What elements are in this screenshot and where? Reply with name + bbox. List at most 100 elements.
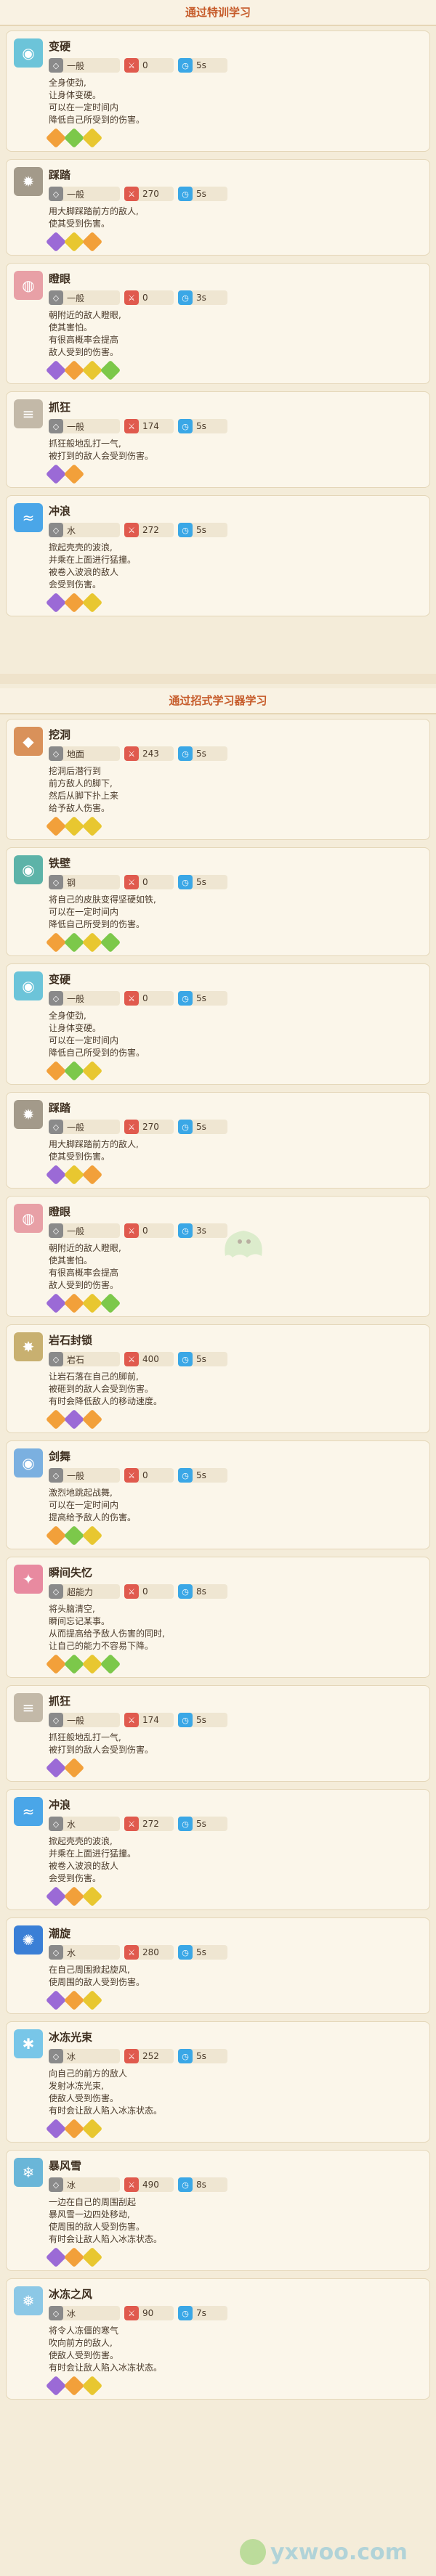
power-sword-icon: ⚔ [124,1120,139,1134]
move-card[interactable]: ✸ 岩石封锁 ◇ 岩石 ⚔ 400 ◷ 5s 让岩石落在自己的脚前, 被砸到的敌人会受到伤害。 … [6,1324,430,1433]
move-type-label: 一般 [67,421,85,432]
tag-orange-icon [45,815,67,837]
move-type-label: 岩石 [67,1354,85,1365]
tag-purple-icon [45,592,67,614]
cooldown-clock-icon: ◷ [178,523,193,537]
move-power: ⚔ 90 [124,2306,174,2320]
move-type: ◇ 冰 [49,2049,120,2063]
move-cooldown: ◷ 5s [178,991,227,1006]
foot-stomp-icon: ✹ [14,1100,43,1129]
move-description: 全身使劲, 让身体变硬。 可以在一定时间内 降低自己所受到的伤害。 [49,78,145,125]
move-stats: ◇ 岩石 ⚔ 400 ◷ 5s [49,1352,422,1366]
move-name: 变硬 [49,40,71,53]
move-name: 挖洞 [49,728,71,741]
move-card[interactable]: ✹ 踩踏 ◇ 一般 ⚔ 270 ◷ 5s 用大脚踩踏前方的敌人, 使其受到伤害。 [6,159,430,256]
move-card[interactable]: ❅ 冰冻之风 ◇ 冰 ⚔ 90 ◷ 7s 将令人冻僵的寒气 吹向前方的敌人, 使敌人受到伤害。 … [6,2278,430,2400]
move-cooldown: ◷ 5s [178,58,227,73]
move-power-value: 490 [142,2180,159,2190]
move-cooldown: ◷ 5s [178,187,227,201]
move-card[interactable]: ◉ 变硬 ◇ 一般 ⚔ 0 ◷ 5s 全身使劲, 让身体变硬。 可以在一定时间内 降低自己所受到… [6,30,430,152]
move-cooldown: ◷ 8s [178,1584,227,1599]
move-tags [45,1060,422,1082]
move-type-label: 水 [67,1819,76,1830]
move-tags [45,932,422,953]
move-tags [45,1886,422,1907]
move-name: 踩踏 [49,168,71,182]
type-icon: ◇ [49,1713,63,1727]
tag-green-icon [100,1653,121,1675]
frost-wind-icon: ❅ [14,2286,43,2315]
move-name: 潮旋 [49,1927,71,1940]
power-sword-icon: ⚔ [124,2306,139,2320]
move-tags [45,127,422,149]
move-cooldown: ◷ 5s [178,1120,227,1134]
move-type-label: 一般 [67,1122,85,1133]
tag-yellow-icon [81,1653,103,1675]
move-power: ⚔ 490 [124,2177,174,2192]
move-tags [45,2375,422,2397]
move-power-value: 270 [142,189,159,199]
move-power-value: 0 [142,877,148,887]
power-sword-icon: ⚔ [124,746,139,761]
move-power: ⚔ 0 [124,1584,174,1599]
move-power: ⚔ 0 [124,58,174,73]
move-stats: ◇ 水 ⚔ 272 ◷ 5s [49,523,422,537]
move-card[interactable]: ≈ 冲浪 ◇ 水 ⚔ 272 ◷ 5s 掀起壳壳的波浪, 并乘在上面进行猛撞。 被卷入波浪的敌人… [6,1789,430,1910]
foot-stomp-icon: ✹ [14,167,43,196]
move-card[interactable]: ❄ 暴风雪 ◇ 冰 ⚔ 490 ◷ 8s 一边在自己的周围刮起 暴风雪一边四处移动, 使周围的敌… [6,2150,430,2271]
cooldown-clock-icon: ◷ [178,1352,193,1366]
move-type: ◇ 地面 [49,746,120,761]
move-type-label: 一般 [67,1226,85,1236]
move-type: ◇ 水 [49,1817,120,1831]
move-type: ◇ 一般 [49,290,120,305]
move-cooldown-value: 5s [196,525,206,535]
move-card[interactable]: ✦ 瞬间失忆 ◇ 超能力 ⚔ 0 ◷ 8s 将头脑清空, 瞬间忘记某事。 从而提高给予敌人伤害的… [6,1557,430,1678]
move-power-value: 0 [142,993,148,1003]
power-sword-icon: ⚔ [124,187,139,201]
move-card[interactable]: ◉ 变硬 ◇ 一般 ⚔ 0 ◷ 5s 全身使劲, 让身体变硬。 可以在一定时间内 降低自己所受到… [6,963,430,1085]
tag-purple-icon [45,2246,67,2268]
move-description: 向自己的前方的敌人 发射冰冻光束, 使敌人受到伤害。 有时会让敌人陷入冰冻状态。 [49,2068,163,2116]
move-card[interactable]: ✱ 冰冻光束 ◇ 冰 ⚔ 252 ◷ 5s 向自己的前方的敌人 发射冰冻光束, 使敌人受到伤害。… [6,2021,430,2143]
move-tags [45,1525,422,1546]
move-card[interactable]: ◍ 瞪眼 ◇ 一般 ⚔ 0 ◷ 3s 朝附近的敌人瞪眼, 使其害怕。 有很高概率会提高 敌人受到… [6,263,430,384]
power-sword-icon: ⚔ [124,2177,139,2192]
move-power-value: 270 [142,1122,159,1132]
move-stats: ◇ 冰 ⚔ 90 ◷ 7s [49,2306,422,2320]
move-card[interactable]: ✹ 踩踏 ◇ 一般 ⚔ 270 ◷ 5s 用大脚踩踏前方的敌人, 使其受到伤害。 [6,1092,430,1189]
tag-green-icon [100,1292,121,1314]
tag-yellow-icon [63,1164,85,1186]
move-card[interactable]: ◉ 剑舞 ◇ 一般 ⚔ 0 ◷ 5s 激烈地跳起战舞, 可以在一定时间内 提高给予敌人的伤害。 [6,1440,430,1549]
cooldown-clock-icon: ◷ [178,419,193,433]
move-card[interactable]: ≡ 抓狂 ◇ 一般 ⚔ 174 ◷ 5s 抓狂般地乱打一气, 被打到的敌人会受到伤害。 [6,391,430,488]
move-power-value: 272 [142,1819,159,1829]
tag-yellow-icon [81,815,103,837]
cooldown-clock-icon: ◷ [178,746,193,761]
tag-orange-icon [63,592,85,614]
move-card[interactable]: ✺ 潮旋 ◇ 水 ⚔ 280 ◷ 5s 在自己周围掀起旋风, 使周围的敌人受到伤害。 [6,1917,430,2014]
section-title: 通过招式学习器学习 [0,688,436,714]
move-stats: ◇ 一般 ⚔ 0 ◷ 5s [49,1468,422,1483]
move-power-value: 0 [142,1470,148,1480]
move-stats: ◇ 一般 ⚔ 174 ◷ 5s [49,419,422,433]
move-cooldown: ◷ 3s [178,290,227,305]
tag-orange-icon [63,463,85,485]
move-cooldown: ◷ 5s [178,1817,227,1831]
move-card[interactable]: ≡ 抓狂 ◇ 一般 ⚔ 174 ◷ 5s 抓狂般地乱打一气, 被打到的敌人会受到伤害。 [6,1685,430,1782]
move-name: 冲浪 [49,1798,71,1811]
move-card[interactable]: ◉ 铁壁 ◇ 钢 ⚔ 0 ◷ 5s 将自己的皮肤变得坚硬如铁, 可以在一定时间内 降低自己所受到… [6,847,430,956]
move-power-value: 272 [142,525,159,535]
tag-green-icon [63,932,85,953]
move-power-value: 174 [142,421,159,431]
move-stats: ◇ 冰 ⚔ 490 ◷ 8s [49,2177,422,2192]
move-tags [45,592,422,614]
move-type-label: 钢 [67,877,76,888]
move-card[interactable]: ≈ 冲浪 ◇ 水 ⚔ 272 ◷ 5s 掀起壳壳的波浪, 并乘在上面进行猛撞。 被卷入波浪的敌人… [6,495,430,616]
power-sword-icon: ⚔ [124,1817,139,1831]
move-card[interactable]: ◆ 挖洞 ◇ 地面 ⚔ 243 ◷ 5s 挖洞后潜行到 前方敌人的脚下, 然后从脚下扑上来 给予… [6,719,430,840]
move-description: 用大脚踩踏前方的敌人, 使其受到伤害。 [49,1139,139,1162]
power-sword-icon: ⚔ [124,1223,139,1238]
move-type: ◇ 一般 [49,419,120,433]
section-divider [0,674,436,684]
power-sword-icon: ⚔ [124,419,139,433]
